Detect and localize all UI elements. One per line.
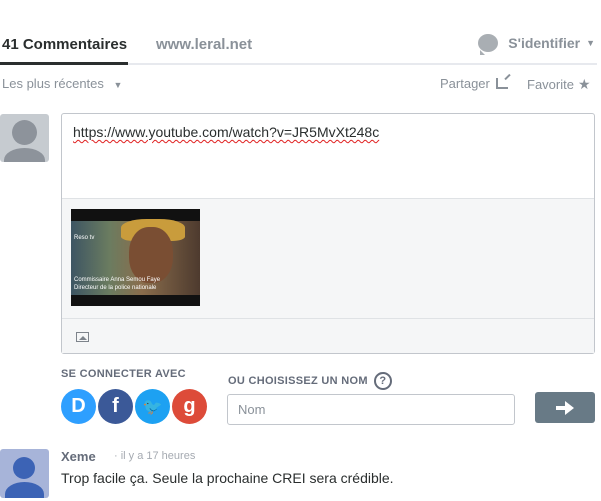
avatar-head bbox=[12, 120, 37, 145]
connect-with-label: SE CONNECTER AVEC bbox=[61, 368, 186, 380]
share-label: Partager bbox=[440, 76, 490, 91]
comment-timestamp[interactable]: · il y a 17 heures bbox=[114, 450, 195, 462]
discussion-header: 41 Commentaires www.leral.net S'identifi… bbox=[0, 0, 601, 65]
video-caption-line1: Commissaire Anna Semou Faye bbox=[74, 277, 161, 283]
sort-dropdown[interactable]: Les plus récentes ▼ bbox=[2, 76, 122, 91]
video-caption-line2: Directeur de la police nationale bbox=[74, 285, 157, 291]
choose-name-label: OU CHOISISSEZ UN NOM? bbox=[228, 372, 392, 390]
speech-bubble-icon bbox=[478, 34, 499, 55]
share-button[interactable]: Partager bbox=[440, 76, 508, 91]
login-label: S'identifier bbox=[508, 35, 581, 51]
choose-name-text: OU CHOISISSEZ UN NOM bbox=[228, 375, 368, 387]
comment-composer[interactable]: https://www.youtube.com/watch?v=JR5MvXt2… bbox=[61, 113, 595, 354]
social-login-buttons: D f 🐦 g bbox=[61, 389, 209, 424]
composer-text: https://www.youtube.com/watch?v=JR5MvXt2… bbox=[73, 124, 380, 140]
name-input[interactable] bbox=[227, 394, 515, 425]
avatar-body bbox=[5, 482, 44, 498]
facebook-login-button[interactable]: f bbox=[98, 389, 133, 424]
media-preview-area: Reso tv Commissaire Anna Semou Faye Dire… bbox=[62, 198, 594, 318]
comment-text: Trop facile ça. Seule la prochaine CREI … bbox=[61, 470, 394, 486]
avatar[interactable] bbox=[0, 449, 49, 498]
video-figure bbox=[129, 227, 173, 283]
tab-comments[interactable]: 41 Commentaires bbox=[2, 36, 127, 53]
comment-author[interactable]: Xeme bbox=[61, 449, 96, 464]
active-tab-indicator bbox=[0, 62, 128, 65]
twitter-login-button[interactable]: 🐦 bbox=[135, 389, 170, 424]
avatar-head bbox=[13, 457, 35, 479]
favorite-label: Favorite bbox=[527, 77, 574, 92]
avatar-body bbox=[4, 148, 45, 162]
favorite-button[interactable]: Favorite ★ bbox=[527, 76, 591, 93]
chevron-down-icon: ▼ bbox=[113, 80, 123, 90]
disqus-login-button[interactable]: D bbox=[61, 389, 96, 424]
star-icon: ★ bbox=[577, 76, 591, 92]
tab-community[interactable]: www.leral.net bbox=[156, 36, 252, 53]
share-icon bbox=[495, 78, 508, 89]
arrow-right-icon bbox=[556, 400, 574, 415]
google-login-button[interactable]: g bbox=[172, 389, 207, 424]
sort-label: Les plus récentes bbox=[2, 76, 104, 91]
submit-button[interactable] bbox=[535, 392, 595, 423]
video-logo: Reso tv bbox=[74, 235, 95, 241]
help-icon[interactable]: ? bbox=[373, 372, 392, 390]
sort-bar: Les plus récentes ▼ Partager Favorite ★ bbox=[0, 76, 601, 96]
comment-textarea[interactable]: https://www.youtube.com/watch?v=JR5MvXt2… bbox=[62, 114, 594, 198]
avatar[interactable] bbox=[0, 114, 49, 162]
chevron-down-icon: ▼ bbox=[586, 38, 595, 48]
video-thumbnail[interactable]: Reso tv Commissaire Anna Semou Faye Dire… bbox=[71, 209, 200, 306]
login-menu[interactable]: S'identifier ▼ bbox=[478, 34, 595, 55]
composer-toolbar bbox=[62, 318, 594, 353]
image-upload-icon[interactable] bbox=[76, 332, 89, 342]
